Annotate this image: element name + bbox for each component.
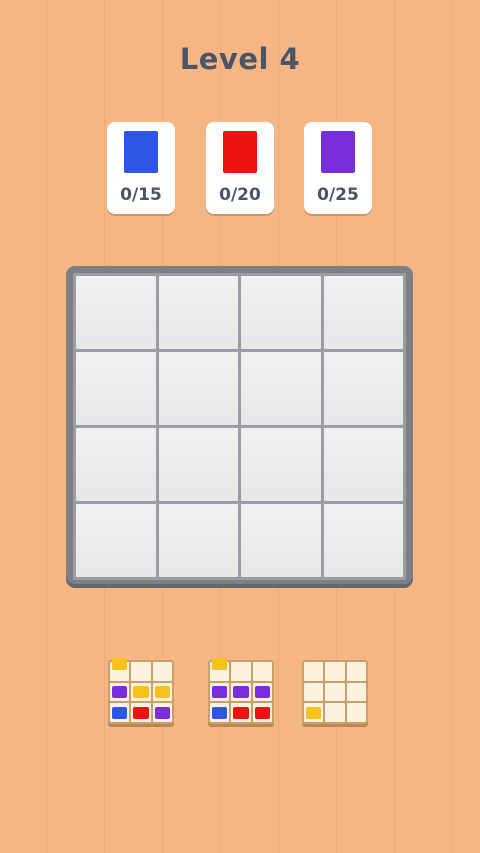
- piece-slot: [346, 682, 366, 702]
- yellow-chip: [154, 686, 170, 699]
- red-swatch: [223, 131, 257, 173]
- piece-slot: [325, 682, 345, 702]
- blue-chip: [112, 706, 128, 719]
- piece-slot: [210, 703, 230, 722]
- piece-slot: [210, 682, 230, 702]
- yellow-chip: [112, 658, 128, 670]
- piece-slot: [304, 682, 324, 702]
- purple-chip: [212, 686, 228, 699]
- board-cell-r4-c2[interactable]: [158, 504, 238, 577]
- piece-slot: [346, 662, 366, 681]
- piece-slot: [131, 682, 151, 702]
- game-board: [66, 266, 413, 588]
- yellow-chip: [212, 658, 228, 670]
- piece-slot: [231, 682, 251, 702]
- yellow-chip: [133, 686, 149, 699]
- red-chip: [133, 706, 149, 719]
- piece-slot: [110, 658, 130, 681]
- purple-swatch: [321, 131, 355, 173]
- board-cell-r2-c3[interactable]: [241, 352, 321, 425]
- board-cell-r4-c3[interactable]: [241, 504, 321, 577]
- goal-purple-count: 0/25: [317, 185, 359, 205]
- piece-slot: [231, 662, 251, 681]
- board-cell-r4-c1[interactable]: [76, 504, 156, 577]
- board-cell-r3-c4[interactable]: [323, 428, 403, 501]
- board-cell-r2-c4[interactable]: [323, 352, 403, 425]
- piece-slot: [231, 703, 251, 722]
- blue-chip: [212, 706, 228, 719]
- board-cell-r2-c1[interactable]: [76, 352, 156, 425]
- piece-1[interactable]: [108, 658, 174, 724]
- piece-slot: [131, 662, 151, 681]
- purple-chip: [254, 686, 270, 699]
- board-cell-r1-c2[interactable]: [158, 276, 238, 349]
- red-chip: [254, 706, 270, 719]
- piece-slot: [152, 703, 172, 722]
- piece-3[interactable]: [302, 660, 368, 724]
- board-cell-r2-c2[interactable]: [158, 352, 238, 425]
- board-cell-r3-c1[interactable]: [76, 428, 156, 501]
- goal-purple: 0/25: [304, 122, 372, 214]
- piece-slot: [110, 703, 130, 722]
- board-cell-r1-c4[interactable]: [323, 276, 403, 349]
- board-cell-r3-c2[interactable]: [158, 428, 238, 501]
- piece-slot: [346, 703, 366, 722]
- piece-slot: [304, 662, 324, 681]
- piece-slot: [152, 682, 172, 702]
- blue-swatch: [124, 131, 158, 173]
- goal-red: 0/20: [206, 122, 274, 214]
- board-cell-r4-c4[interactable]: [323, 504, 403, 577]
- piece-slot: [304, 703, 324, 722]
- piece-slot: [252, 662, 272, 681]
- piece-slot: [152, 662, 172, 681]
- purple-chip: [112, 686, 128, 699]
- goal-red-count: 0/20: [219, 185, 261, 205]
- piece-slot: [325, 662, 345, 681]
- purple-chip: [154, 706, 170, 719]
- piece-slot: [252, 682, 272, 702]
- board-cell-r3-c3[interactable]: [241, 428, 321, 501]
- board-cell-r1-c3[interactable]: [241, 276, 321, 349]
- red-chip: [233, 706, 249, 719]
- color-goals: 0/15 0/20 0/25: [0, 122, 480, 214]
- board-grid: [73, 273, 406, 580]
- goal-blue: 0/15: [107, 122, 175, 214]
- purple-chip: [233, 686, 249, 699]
- piece-slot: [252, 703, 272, 722]
- goal-blue-count: 0/15: [120, 185, 162, 205]
- piece-slot: [110, 682, 130, 702]
- piece-slot: [325, 703, 345, 722]
- yellow-chip: [306, 706, 322, 719]
- board-cell-r1-c1[interactable]: [76, 276, 156, 349]
- level-title: Level 4: [179, 42, 301, 76]
- piece-2[interactable]: [208, 658, 274, 724]
- piece-slot: [210, 658, 230, 681]
- piece-tray: [0, 658, 480, 726]
- piece-slot: [131, 703, 151, 722]
